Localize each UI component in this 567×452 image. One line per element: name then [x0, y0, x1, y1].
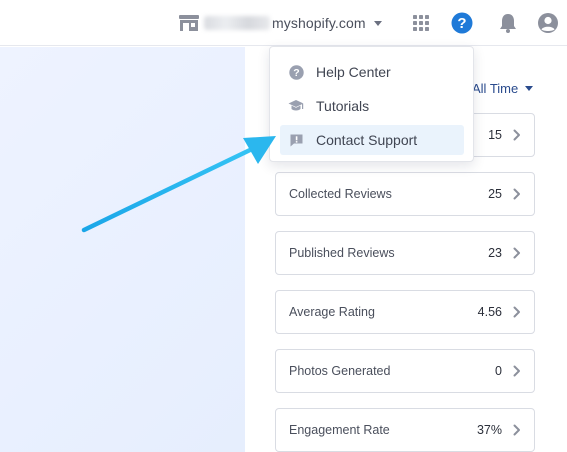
stat-card-label: Collected Reviews [289, 187, 392, 201]
svg-text:?: ? [457, 15, 466, 32]
question-circle-icon: ? [288, 64, 304, 80]
chevron-right-icon [512, 305, 522, 319]
user-icon[interactable] [537, 12, 559, 34]
store-switcher[interactable]: myshopify.com [178, 11, 382, 35]
stat-card-value: 4.56 [477, 305, 502, 319]
time-range-label: All Time [472, 80, 519, 96]
bell-icon[interactable] [497, 12, 519, 34]
stat-card[interactable]: Published Reviews 23 [275, 231, 535, 275]
apps-grid-icon[interactable] [410, 12, 432, 34]
chevron-right-icon [512, 187, 522, 201]
store-icon [178, 14, 200, 32]
stat-card-label: Photos Generated [289, 364, 391, 378]
stat-card-value: 37% [476, 423, 502, 437]
store-domain: myshopify.com [272, 15, 366, 31]
chevron-down-icon [373, 20, 382, 26]
stat-card-label: Engagement Rate [289, 423, 390, 437]
left-panel [0, 47, 245, 452]
help-menu-item-label: Contact Support [316, 132, 418, 148]
help-menu: ? Help Center Tutorials Contact Support [269, 46, 474, 162]
top-bar: myshopify.com ? [0, 0, 567, 46]
stat-card-label: Published Reviews [289, 246, 395, 260]
graduation-cap-icon [288, 98, 304, 114]
stat-card-value: 23 [488, 246, 502, 260]
stat-card[interactable]: Average Rating 4.56 [275, 290, 535, 334]
annotation-arrow [81, 136, 276, 233]
help-menu-item-help-center[interactable]: ? Help Center [280, 57, 464, 87]
stat-card[interactable]: Collected Reviews 25 [275, 172, 535, 216]
help-menu-item-label: Tutorials [316, 98, 370, 114]
stat-card[interactable]: Photos Generated 0 [275, 349, 535, 393]
chat-alert-icon [288, 132, 304, 148]
time-range-select[interactable]: All Time [472, 79, 534, 97]
svg-text:?: ? [293, 67, 299, 79]
chevron-right-icon [512, 246, 522, 260]
stat-card-label: Average Rating [289, 305, 375, 319]
chevron-right-icon [512, 423, 522, 437]
store-name-redacted [204, 16, 270, 30]
chevron-right-icon [512, 364, 522, 378]
stat-card[interactable]: Engagement Rate 37% [275, 408, 535, 452]
stat-card-value: 15 [488, 128, 502, 142]
stat-card-value: 25 [488, 187, 502, 201]
chevron-right-icon [512, 128, 522, 142]
help-menu-item-tutorials[interactable]: Tutorials [280, 91, 464, 121]
help-menu-item-contact-support[interactable]: Contact Support [280, 125, 464, 155]
help-menu-item-label: Help Center [316, 64, 391, 80]
stat-card-value: 0 [495, 364, 502, 378]
chevron-down-icon [525, 85, 534, 91]
help-icon[interactable]: ? [451, 12, 473, 34]
